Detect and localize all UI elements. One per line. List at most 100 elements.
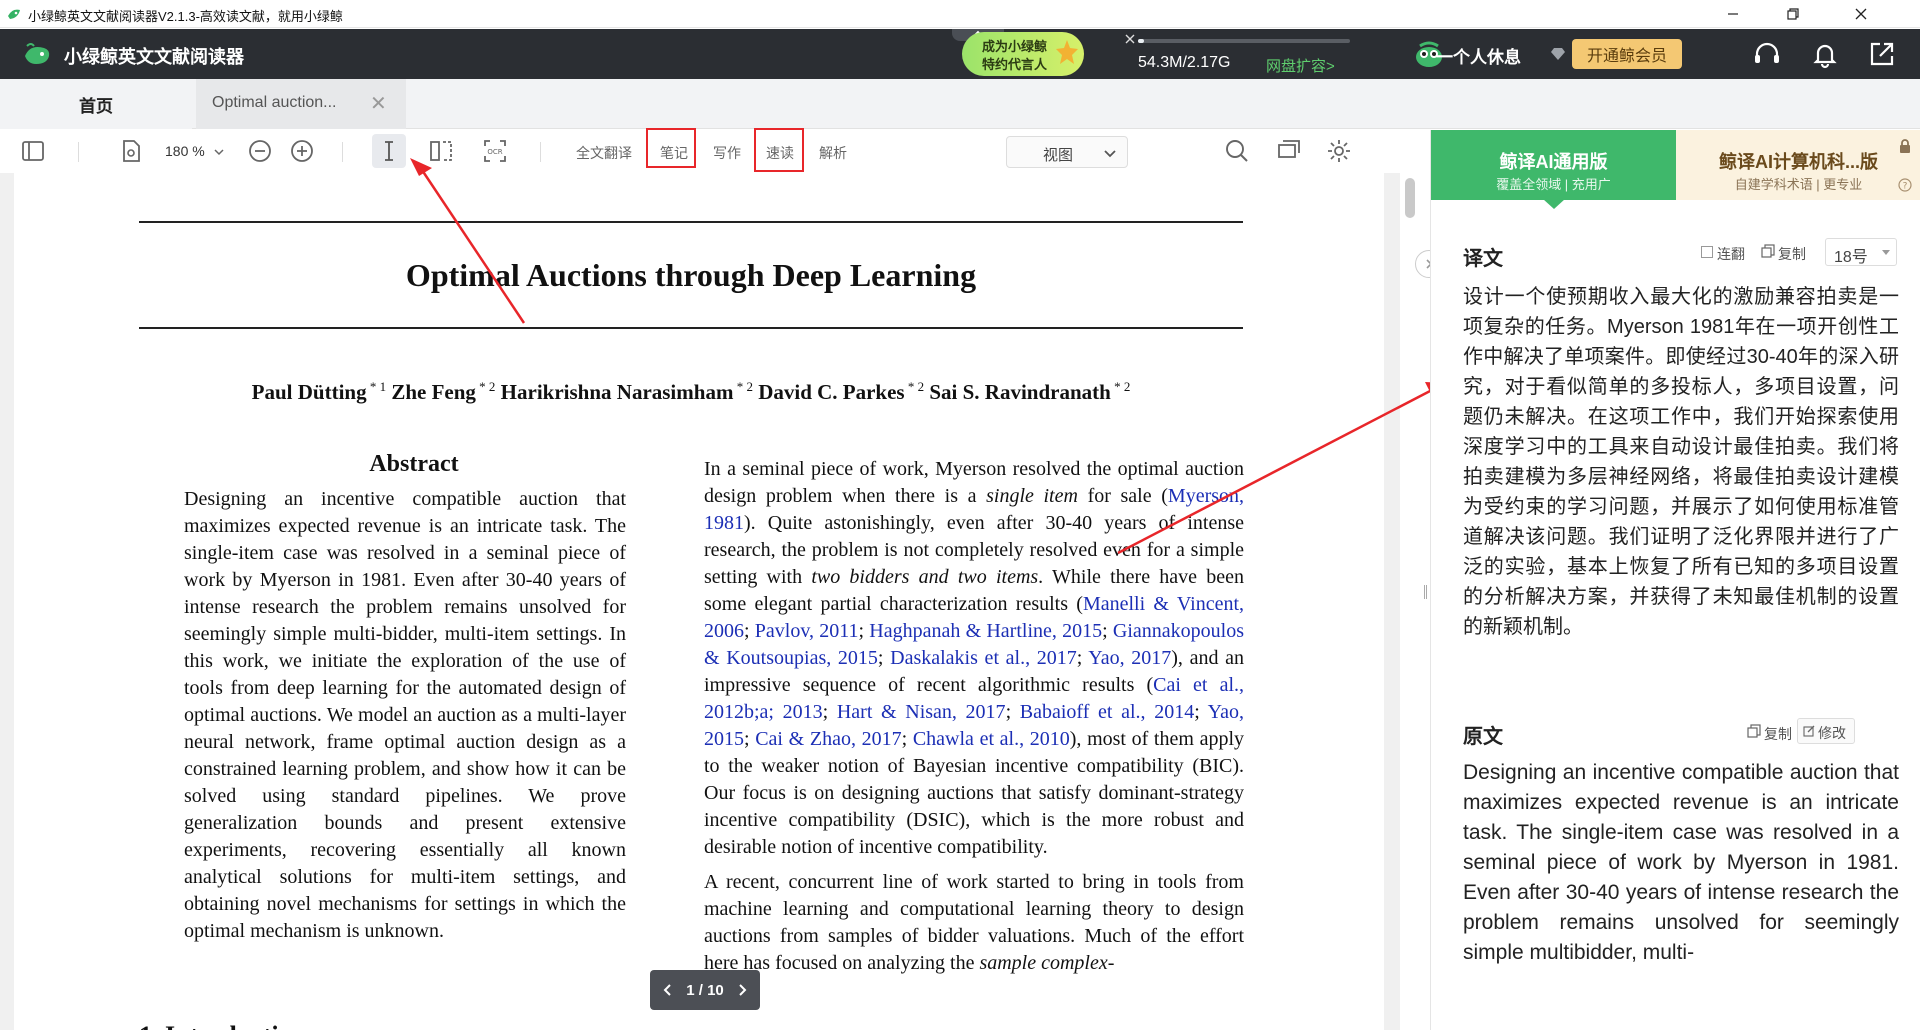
continuous-label[interactable]: 连翻 <box>1717 244 1745 264</box>
app-logo-icon <box>8 9 20 19</box>
citation-link[interactable]: Chawla et al., 2010 <box>913 728 1070 750</box>
app-header: 小绿鲸英文文献阅读器 成为小绿鲸 特约代言人 54.3M/2.17G 网盘扩容>… <box>0 29 1920 79</box>
search-icon[interactable] <box>1224 138 1250 164</box>
edit-label: 修改 <box>1818 725 1846 741</box>
notes-highlight-box <box>646 128 696 168</box>
gear-icon[interactable] <box>1326 138 1352 164</box>
translation-text: 设计一个使预期收入最大化的激励兼容拍卖是一项复杂的任务。Myerson 1981… <box>1463 286 1899 638</box>
zoom-level-select[interactable]: 180 % <box>165 143 205 159</box>
page-indicator: 1 / 10 <box>686 981 724 999</box>
citation-link[interactable]: Hart & Nisan, 2017 <box>837 701 1006 723</box>
writing-button[interactable]: 写作 <box>713 143 741 163</box>
citation-link[interactable]: Yao, 2017 <box>1088 647 1171 669</box>
text-run: two bidders and two items <box>811 566 1039 588</box>
copy-icon[interactable] <box>1761 244 1775 258</box>
promo-line2: 特约代言人 <box>982 57 1048 72</box>
active-pointer-icon <box>1543 199 1565 209</box>
text-run: ; <box>1076 647 1089 669</box>
text-cursor-icon <box>385 141 393 161</box>
copy-original-button[interactable]: 复制 <box>1764 724 1792 744</box>
chevron-down-icon <box>214 149 224 156</box>
bell-icon[interactable] <box>1810 39 1840 69</box>
citation-link[interactable]: Daskalakis et al., 2017 <box>890 647 1077 669</box>
tab-bar: 首页 Optimal auction... ✕ <box>0 79 1920 129</box>
app-name: 小绿鲸英文文献阅读器 <box>64 47 244 67</box>
storage-expand-link[interactable]: 网盘扩容> <box>1266 55 1335 76</box>
close-icon <box>1855 8 1867 20</box>
promo-banner[interactable]: 成为小绿鲸 特约代言人 <box>962 32 1084 76</box>
toolbar-divider <box>540 142 541 162</box>
text-run: ; <box>822 701 837 723</box>
zoom-out-icon[interactable] <box>247 138 273 164</box>
user-name[interactable]: 一个人休息 <box>1436 43 1521 68</box>
citation-link[interactable]: Cai & Zhao, 2017 <box>755 728 901 750</box>
prev-page-icon[interactable] <box>662 983 672 997</box>
help-icon[interactable]: ? <box>1898 178 1912 192</box>
continuous-checkbox[interactable] <box>1701 246 1713 258</box>
window-titlebar: 小绿鲸英文文献阅读器V2.1.3-高效读文献，就用小绿鲸 <box>0 0 1920 28</box>
paper-title: Optimal Auctions through Deep Learning <box>405 257 977 293</box>
text-select-tool[interactable] <box>372 134 406 168</box>
text-run: ; <box>744 728 756 750</box>
font-size-select[interactable]: 18号 <box>1825 238 1897 266</box>
minimize-button[interactable] <box>1710 0 1756 28</box>
tab-home[interactable]: 首页 <box>0 79 192 129</box>
mascot-icon <box>1056 40 1078 64</box>
split-view-icon[interactable] <box>428 138 454 164</box>
edit-original-button[interactable]: 修改 <box>1797 718 1855 744</box>
ocr-icon[interactable]: OCR <box>482 138 508 164</box>
svg-text:?: ? <box>1903 182 1908 192</box>
headset-icon[interactable] <box>1752 39 1782 69</box>
speed-read-highlight-box <box>754 128 804 172</box>
sidebar-toggle-icon[interactable] <box>20 138 46 164</box>
minimize-icon <box>1728 13 1738 15</box>
model-cs-desc: 自建学科术语 | 更专业 <box>1734 177 1863 192</box>
model-general-desc: 覆盖全领域 | 充用广 <box>1496 177 1611 192</box>
storage-progress-bar <box>1138 39 1350 43</box>
comments-icon[interactable] <box>1276 138 1302 164</box>
promo-line1: 成为小绿鲸 <box>982 39 1048 54</box>
pdf-page[interactable]: Optimal Auctions through Deep Learning P… <box>14 173 1384 1030</box>
intro-paragraph-2: A recent, concurrent line of work starte… <box>704 869 1244 977</box>
copy-translation-button[interactable]: 复制 <box>1778 244 1806 264</box>
model-cs-tab[interactable]: 鲸译AI计算机科...版 自建学科术语 | 更专业 ? <box>1676 130 1920 200</box>
share-external-icon[interactable] <box>1867 39 1897 69</box>
vip-membership-button[interactable]: 开通鲸会员 <box>1572 39 1682 69</box>
copy-icon[interactable] <box>1747 724 1761 738</box>
toolbar-divider <box>78 142 79 162</box>
author-affiliation: * 2 <box>475 379 496 394</box>
promo-close-icon[interactable] <box>1124 33 1136 45</box>
lock-icon <box>1900 139 1910 153</box>
restore-button[interactable] <box>1770 0 1816 28</box>
document-viewport[interactable]: Optimal Auctions through Deep Learning P… <box>0 173 1400 1030</box>
chevron-down-icon <box>1882 250 1890 255</box>
tab-document-label: Optimal auction... <box>212 94 337 111</box>
full-translate-button[interactable]: 全文翻译 <box>576 143 632 163</box>
close-window-button[interactable] <box>1838 0 1884 28</box>
view-select[interactable]: 视图 <box>1006 136 1128 168</box>
citation-link[interactable]: Babaioff et al., 2014 <box>1020 701 1194 723</box>
text-run: ; <box>744 620 755 642</box>
intro-paragraph-1: In a seminal piece of work, Myerson reso… <box>704 456 1244 861</box>
document-scrollbar-thumb[interactable] <box>1405 178 1415 218</box>
analysis-button[interactable]: 解析 <box>819 143 847 163</box>
tab-close-icon[interactable]: ✕ <box>370 91 387 116</box>
toolbar-divider <box>342 142 343 162</box>
edit-icon <box>1803 725 1815 737</box>
abstract-body: Designing an incentive compatible auctio… <box>184 488 626 942</box>
model-general-tab[interactable]: 鲸译AI通用版 覆盖全领域 | 充用广 <box>1431 130 1676 209</box>
page-settings-icon[interactable] <box>118 138 144 164</box>
author-name: David C. Parkes <box>758 380 905 404</box>
intro-heading: 1. Introduction <box>139 1021 306 1030</box>
author-name: Sai S. Ravindranath <box>929 380 1111 404</box>
title-rule-bottom <box>139 327 1243 329</box>
citation-link[interactable]: Pavlov, 2011 <box>755 620 859 642</box>
next-page-icon[interactable] <box>738 983 748 997</box>
author-affiliation: * 2 <box>904 379 925 394</box>
abstract-heading: Abstract <box>369 451 459 477</box>
zoom-in-icon[interactable] <box>289 138 315 164</box>
citation-link[interactable]: Haghpanah & Hartline, 2015 <box>869 620 1102 642</box>
panel-resize-handle[interactable] <box>1424 585 1427 599</box>
title-rule-top <box>139 221 1243 223</box>
tab-document[interactable]: Optimal auction... ✕ <box>196 79 406 129</box>
